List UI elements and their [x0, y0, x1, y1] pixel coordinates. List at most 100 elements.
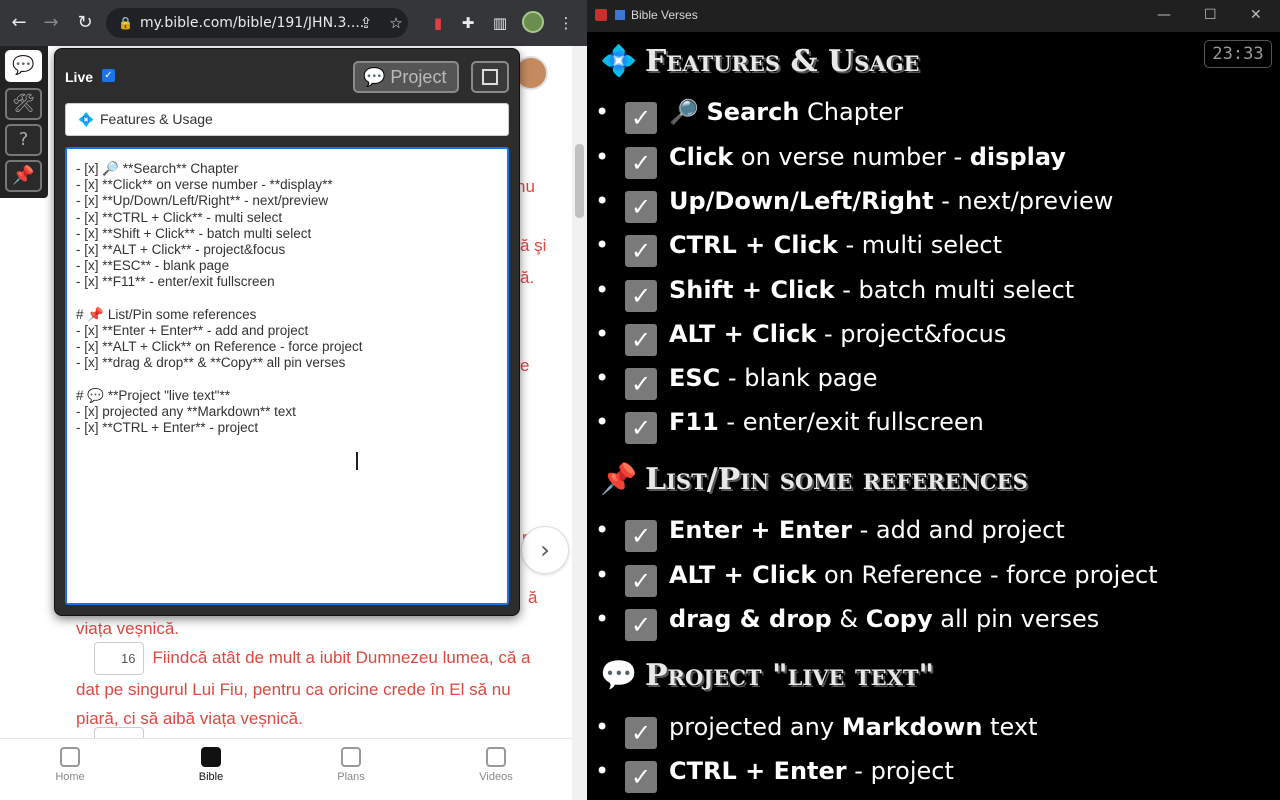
window-title: Bible Verses — [631, 8, 698, 22]
clock-display: 23:33 — [1204, 40, 1272, 68]
list-item: • ✓ Shift + Click - batch multi select — [595, 276, 1074, 312]
more-menu-icon[interactable]: ⋮ — [556, 13, 576, 33]
forward-arrow-icon[interactable]: → — [40, 12, 62, 34]
nav-home[interactable]: Home — [30, 747, 110, 783]
nav-plans[interactable]: Plans — [311, 747, 391, 783]
checkbox-checked-icon: ✓ — [625, 565, 657, 597]
item-text: Chapter — [799, 98, 904, 126]
list-item: • ✓ 🔎 Search Chapter — [595, 98, 903, 134]
item-text: - add and project — [851, 516, 1065, 544]
app-icon — [595, 9, 607, 21]
bullet: • — [595, 757, 610, 785]
help-question-icon[interactable]: ? — [5, 124, 42, 156]
checkbox-checked-icon: ✓ — [625, 235, 657, 267]
title-value: Features & Usage — [100, 111, 213, 127]
list-item: • ✓ ALT + Click - project&focus — [595, 320, 1006, 356]
videos-icon — [486, 747, 506, 767]
bullet: • — [595, 143, 610, 171]
item-text: projected any — [669, 713, 842, 741]
side-panel-icon[interactable]: ▥ — [490, 13, 510, 33]
item-text: CTRL + Click — [669, 231, 838, 259]
next-chapter-button[interactable]: › — [521, 526, 569, 574]
checkbox-checked-icon: ✓ — [625, 520, 657, 552]
close-icon[interactable]: ✕ — [1250, 7, 1262, 23]
verse-16[interactable]: 16 Fiindcă atât de mult a iubit Dumnezeu … — [76, 642, 546, 733]
speech-bubble-icon[interactable]: 💬 — [5, 50, 42, 82]
bullet: • — [595, 98, 610, 126]
list-item: • ✓ ALT + Click on Reference - force proje… — [595, 561, 1158, 597]
minimize-icon[interactable]: — — [1157, 7, 1171, 23]
bullet: • — [595, 516, 610, 544]
item-text: Shift + Click — [669, 276, 835, 304]
reload-icon[interactable]: ↻ — [74, 12, 96, 34]
projector-window: Bible Verses — ☐ ✕ 23:33 💠 Features & Usa… — [587, 0, 1280, 800]
item-text: ALT + Click — [669, 320, 817, 348]
item-text: - next/preview — [933, 187, 1114, 215]
bullet: • — [595, 713, 610, 741]
item-text: F11 — [669, 408, 719, 436]
page-scrollbar[interactable] — [572, 46, 587, 800]
list-item: • ✓ Up/Down/Left/Right - next/preview — [595, 187, 1113, 223]
fullscreen-button[interactable] — [471, 61, 509, 93]
text-cursor-icon — [356, 452, 358, 470]
scrollbar-thumb[interactable] — [575, 144, 584, 218]
pin-icon[interactable]: 📌 — [5, 160, 42, 192]
verse-17[interactable]: 17 — [76, 727, 546, 738]
nav-videos[interactable]: Videos — [456, 747, 536, 783]
extension-toolbar: 💬 🛠 ? 📌 — [0, 46, 48, 198]
maximize-icon[interactable]: ☐ — [1204, 7, 1217, 23]
bullet: • — [595, 605, 610, 633]
nav-label: Bible — [198, 771, 224, 783]
share-icon[interactable]: ⇪ — [356, 13, 376, 33]
window-titlebar: Bible Verses — ☐ ✕ — [587, 0, 1280, 32]
diamond-icon: 💠 — [78, 112, 95, 127]
live-label: Live — [65, 69, 94, 85]
checkbox-checked-icon: ✓ — [625, 147, 657, 179]
checkbox-checked-icon: ✓ — [625, 102, 657, 134]
home-icon — [60, 747, 80, 767]
item-text: ESC — [669, 364, 721, 392]
nav-label: Home — [55, 771, 85, 783]
background-text-fragment: e — [520, 356, 530, 375]
list-item: • ✓ F11 - enter/exit fullscreen — [595, 408, 984, 444]
tools-icon[interactable]: 🛠 — [5, 88, 42, 120]
section-heading: 📌 List/Pin some references — [599, 462, 1027, 497]
verse-number[interactable]: 17 — [94, 727, 145, 738]
bible-extension-icon[interactable]: ▮ — [428, 13, 448, 33]
item-text: - multi select — [837, 231, 1003, 259]
item-text: ALT + Click — [669, 561, 817, 589]
extensions-puzzle-icon[interactable]: ✚ — [458, 13, 478, 33]
verse-15-tail: viața veșnică. — [76, 619, 179, 638]
bullet: • — [595, 408, 610, 436]
checkbox-checked-icon: ✓ — [625, 717, 657, 749]
url-text: my.bible.com/bible/191/JHN.3.... — [140, 15, 365, 31]
back-arrow-icon[interactable]: ← — [8, 12, 30, 34]
browser-window: ← → ↻ 🔒 my.bible.com/bible/191/JHN.3....… — [0, 0, 587, 800]
browser-toolbar: ← → ↻ 🔒 my.bible.com/bible/191/JHN.3....… — [0, 0, 587, 46]
profile-avatar-icon[interactable] — [522, 11, 544, 33]
item-text: 🔎 — [669, 98, 707, 126]
checkbox-checked-icon: ✓ — [625, 412, 657, 444]
live-checkbox[interactable]: ✓ — [102, 69, 115, 82]
speech-bubble-icon: 💬 — [363, 67, 391, 87]
section-heading: 💬 Project "live text" — [599, 658, 934, 693]
verse-16-text: Fiindcă atât de mult a iubit Dumnezeu lu… — [76, 648, 531, 728]
list-item: • ✓ CTRL + Click - multi select — [595, 231, 1002, 267]
list-item: • ✓ drag & drop & Copy all pin verses — [595, 605, 1099, 641]
nav-bible[interactable]: Bible — [171, 747, 251, 783]
background-text-fragment: ă. — [520, 268, 535, 287]
bullet: • — [595, 276, 610, 304]
bookmark-star-icon[interactable]: ☆ — [386, 13, 406, 33]
section-heading-icon: 💠 — [600, 44, 638, 79]
item-text: - enter/exit fullscreen — [718, 408, 984, 436]
section-heading-icon: 💬 — [600, 658, 638, 693]
title-input[interactable]: 💠 Features & Usage — [65, 103, 509, 136]
checkbox-checked-icon: ✓ — [625, 761, 657, 793]
item-text: - project — [846, 757, 954, 785]
project-button[interactable]: 💬 Project — [353, 61, 459, 93]
markdown-textarea[interactable]: - [x] 🔎 **Search** Chapter - [x] **Click… — [65, 147, 509, 605]
item-text: all pin verses — [932, 605, 1100, 633]
item-text: Enter + Enter — [669, 516, 852, 544]
nav-label: Videos — [479, 771, 513, 783]
verse-number[interactable]: 16 — [94, 642, 145, 675]
